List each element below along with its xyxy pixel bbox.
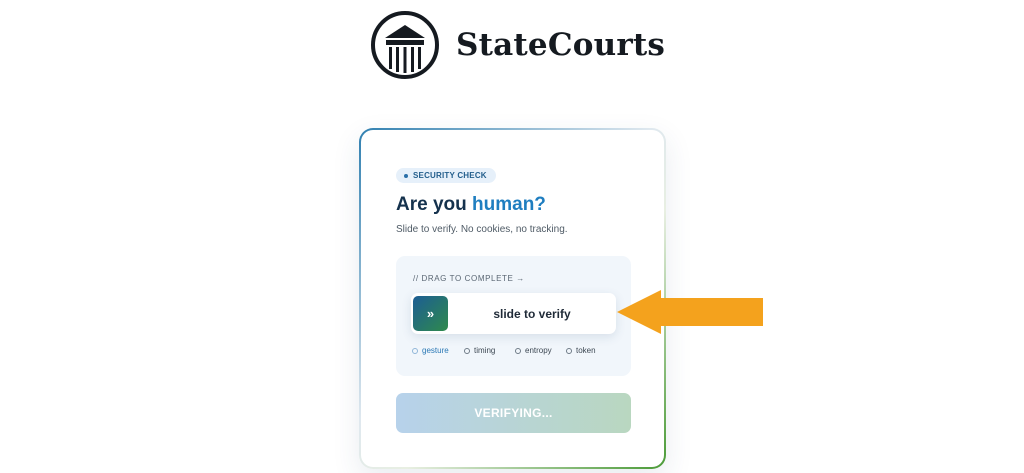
security-check-badge: SECURITY CHECK <box>396 168 496 183</box>
badge-dot-icon <box>404 173 408 178</box>
heading-prefix: Are you <box>396 194 473 215</box>
brand-name: StateCourts <box>456 27 666 63</box>
heading-accent: human? <box>472 194 546 215</box>
badge-label: SECURITY CHECK <box>413 171 487 180</box>
step-label: token <box>576 346 596 355</box>
step-label: entropy <box>525 346 552 355</box>
card-subtitle: Slide to verify. No cookies, no tracking… <box>396 224 568 235</box>
step-timing: timing <box>464 346 495 355</box>
step-indicator-icon <box>566 347 572 354</box>
card-heading: Are you human? <box>396 194 546 216</box>
step-indicator-icon <box>515 347 521 354</box>
step-token: token <box>566 346 596 355</box>
step-indicator-icon <box>464 347 470 354</box>
slider-handle[interactable]: » <box>413 296 448 331</box>
step-gesture: gesture <box>412 346 449 355</box>
brand-logo: StateCourts <box>370 10 665 80</box>
step-label: timing <box>474 346 496 355</box>
courthouse-logo-icon <box>371 11 439 79</box>
step-indicator-icon <box>412 347 418 354</box>
slide-to-verify-slider[interactable]: » slide to verify <box>411 293 616 334</box>
step-label: gesture <box>422 346 449 355</box>
step-entropy: entropy <box>515 346 552 355</box>
drag-instruction: // DRAG TO COMPLETE → <box>413 274 525 283</box>
slider-text: slide to verify <box>493 306 571 321</box>
arrow-left-icon <box>617 290 763 334</box>
double-chevron-right-icon: » <box>426 306 435 321</box>
challenge-panel: // DRAG TO COMPLETE → » slide to verify … <box>396 256 631 376</box>
verifying-button[interactable]: VERIFYING... <box>396 393 631 433</box>
